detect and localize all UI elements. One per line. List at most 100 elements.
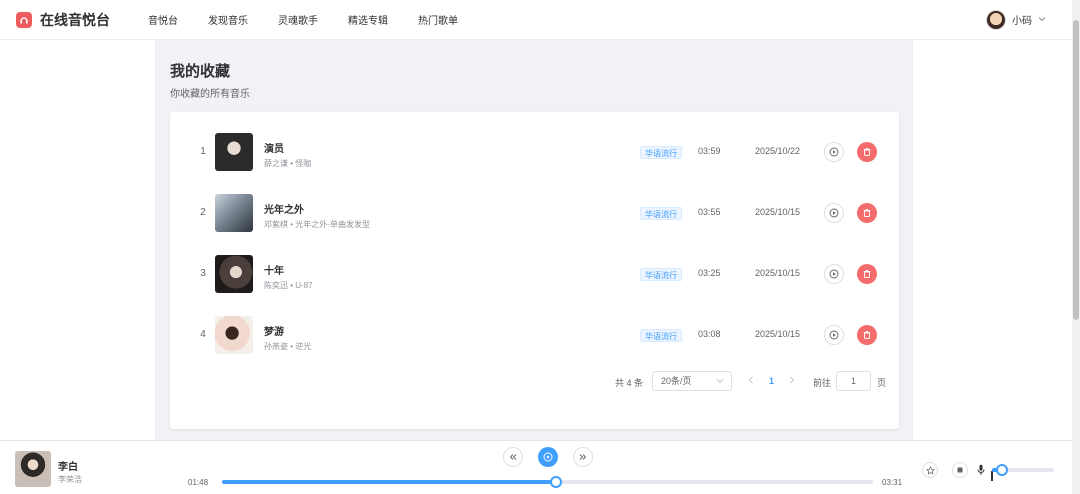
nav-item-soul-singers[interactable]: 灵魂歌手 — [278, 12, 318, 27]
play-circle-icon — [829, 330, 839, 340]
song-index: 3 — [200, 268, 206, 279]
song-row[interactable]: 1 演员 薛之谦 • 怪咖 华语流行 03:59 2025/10/22 — [170, 122, 899, 182]
genre-tag: 华语流行 — [640, 146, 682, 159]
album-cover — [215, 194, 253, 232]
play-button[interactable] — [824, 203, 844, 223]
pagination-total: 共 4 条 — [615, 378, 644, 388]
song-row[interactable]: 4 梦游 孙燕姿 • 逆光 华语流行 03:08 2025/10/15 — [170, 305, 899, 365]
song-duration: 03:25 — [698, 268, 721, 278]
song-album[interactable]: U-87 — [295, 281, 312, 290]
user-avatar[interactable] — [986, 9, 1006, 30]
nav-item-home[interactable]: 音悦台 — [148, 12, 178, 27]
song-index: 4 — [200, 329, 206, 340]
chevron-down-icon — [716, 372, 724, 396]
top-nav-bar: 在线音悦台 音悦台 发现音乐 灵魂歌手 精选专辑 热门歌单 小码 — [0, 0, 1072, 40]
play-button[interactable] — [824, 264, 844, 284]
collected-date: 2025/10/15 — [755, 329, 801, 339]
now-playing-cover[interactable] — [15, 451, 51, 487]
delete-button[interactable] — [857, 264, 877, 284]
page-title: 我的收藏 — [170, 63, 231, 80]
favorite-button[interactable] — [922, 462, 938, 478]
song-title[interactable]: 十年 — [264, 262, 284, 277]
delete-button[interactable] — [857, 142, 877, 162]
trash-icon — [863, 209, 871, 217]
progress-handle[interactable] — [549, 476, 562, 488]
song-meta: 邓紫棋 • 光年之外-单曲发发型 — [264, 219, 370, 230]
song-album[interactable]: 逆光 — [295, 342, 311, 351]
page-number-current[interactable]: 1 — [769, 376, 774, 386]
play-circle-icon — [543, 452, 553, 462]
song-album[interactable]: 怪咖 — [295, 159, 311, 168]
scrollbar-thumb[interactable] — [1073, 20, 1079, 320]
song-title[interactable]: 梦游 — [264, 323, 284, 338]
next-track-button[interactable] — [573, 447, 593, 467]
goto-page-input[interactable] — [836, 371, 871, 391]
delete-button[interactable] — [857, 203, 877, 223]
pagination: 共 4 条 20条/页 1 前往 页 — [170, 367, 899, 397]
song-meta: 薛之谦 • 怪咖 — [264, 158, 311, 169]
page-scrollbar[interactable] — [1072, 0, 1080, 494]
meta-separator: • — [290, 281, 294, 290]
trash-icon — [863, 148, 871, 156]
song-artist[interactable]: 孙燕姿 — [264, 342, 288, 351]
play-button[interactable] — [824, 142, 844, 162]
song-artist[interactable]: 薛之谦 — [264, 159, 288, 168]
song-meta: 陈奕迅 • U-87 — [264, 280, 313, 291]
chevron-down-icon[interactable] — [1038, 14, 1046, 25]
genre-tag: 华语流行 — [640, 207, 682, 220]
progress-slider[interactable] — [222, 476, 873, 488]
star-icon — [925, 465, 935, 475]
song-index: 2 — [200, 207, 206, 218]
now-playing-artist: 李荣浩 — [58, 475, 82, 484]
meta-separator: • — [290, 342, 294, 351]
song-artist[interactable]: 邓紫棋 — [264, 220, 288, 229]
page-subtitle: 你收藏的所有音乐 — [170, 89, 250, 100]
microphone-icon[interactable] — [976, 463, 986, 477]
main-nav: 音悦台 发现音乐 灵魂歌手 精选专辑 热门歌单 — [148, 12, 488, 27]
previous-track-button[interactable] — [503, 447, 523, 467]
nav-item-discover[interactable]: 发现音乐 — [208, 12, 248, 27]
nav-item-hot-playlists[interactable]: 热门歌单 — [418, 12, 458, 27]
volume-marker — [991, 471, 993, 481]
prev-page-button[interactable] — [748, 375, 754, 388]
now-playing-title: 李白 — [58, 462, 78, 473]
play-pause-button[interactable] — [538, 447, 558, 467]
user-menu[interactable]: 小码 — [986, 9, 1046, 30]
genre-tag: 华语流行 — [640, 329, 682, 342]
volume-handle[interactable] — [995, 464, 1008, 476]
song-row[interactable]: 3 十年 陈奕迅 • U-87 华语流行 03:25 2025/10/15 — [170, 244, 899, 304]
song-meta: 孙燕姿 • 逆光 — [264, 341, 311, 352]
double-chevron-left-icon — [509, 454, 517, 460]
volume-slider[interactable] — [992, 464, 1054, 476]
headphones-icon — [16, 11, 32, 28]
collected-date: 2025/10/22 — [755, 146, 801, 156]
song-duration: 03:59 — [698, 146, 721, 156]
app-title: 在线音悦台 — [40, 11, 110, 28]
chevron-left-icon — [748, 376, 753, 384]
collected-date: 2025/10/15 — [755, 207, 801, 217]
app-logo[interactable]: 在线音悦台 — [16, 10, 110, 30]
page-unit-label: 页 — [877, 378, 887, 388]
next-page-button[interactable] — [789, 375, 795, 388]
play-button[interactable] — [824, 325, 844, 345]
play-circle-icon — [829, 269, 839, 279]
play-circle-icon — [829, 208, 839, 218]
meta-separator: • — [290, 220, 294, 229]
progress-fill — [222, 480, 556, 484]
favorites-card: 1 演员 薛之谦 • 怪咖 华语流行 03:59 2025/10/22 2 光年… — [170, 112, 899, 429]
song-title[interactable]: 光年之外 — [264, 201, 304, 216]
nav-item-featured-albums[interactable]: 精选专辑 — [348, 12, 388, 27]
song-artist[interactable]: 陈奕迅 — [264, 281, 288, 290]
page-size-select[interactable]: 20条/页 — [652, 371, 732, 391]
song-album[interactable]: 光年之外-单曲发发型 — [295, 220, 370, 229]
delete-button[interactable] — [857, 325, 877, 345]
double-chevron-right-icon — [579, 454, 587, 460]
stop-button[interactable] — [952, 462, 968, 478]
song-title[interactable]: 演员 — [264, 140, 284, 155]
album-cover — [215, 316, 253, 354]
collected-date: 2025/10/15 — [755, 268, 801, 278]
song-row[interactable]: 2 光年之外 邓紫棋 • 光年之外-单曲发发型 华语流行 03:55 2025/… — [170, 183, 899, 243]
trash-icon — [863, 270, 871, 278]
meta-separator: • — [290, 159, 294, 168]
album-cover — [215, 255, 253, 293]
